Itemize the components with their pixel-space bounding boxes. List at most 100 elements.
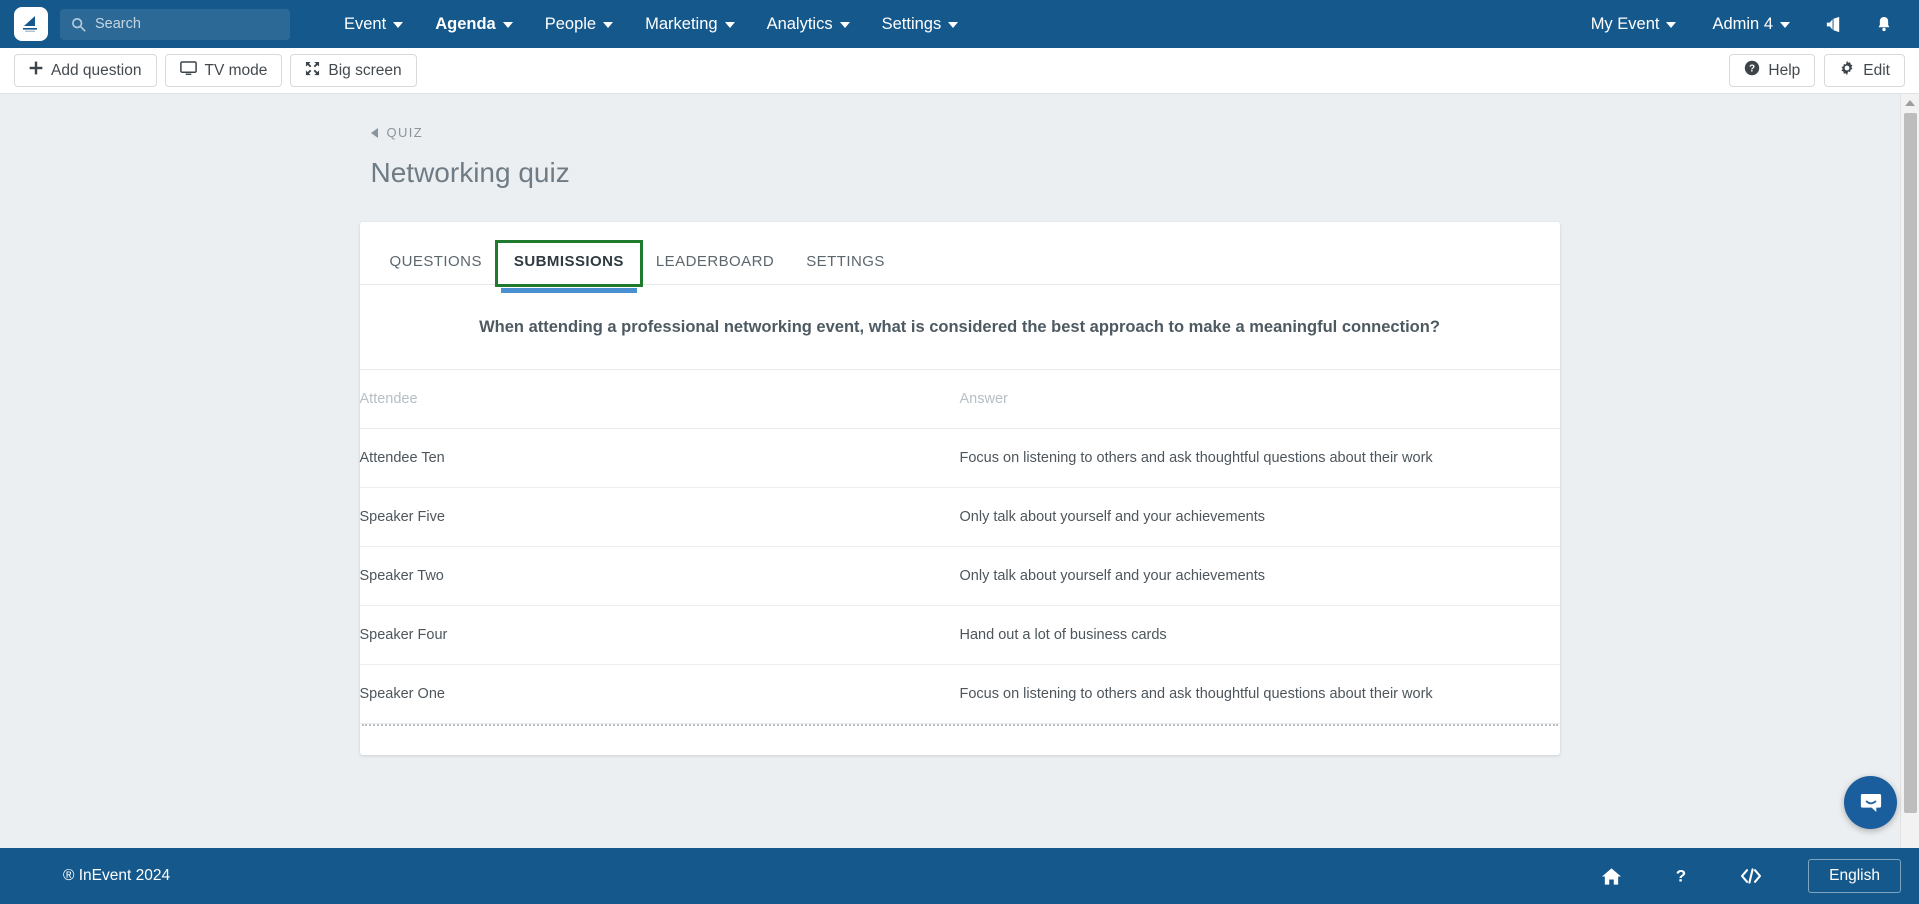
home-icon[interactable] xyxy=(1575,867,1648,886)
tv-mode-label: TV mode xyxy=(204,61,268,79)
table-header-row: Attendee Answer xyxy=(359,370,1560,429)
plus-icon xyxy=(29,61,43,80)
vertical-scrollbar[interactable] xyxy=(1900,94,1919,848)
page-footer: ® InEvent 2024 ? English xyxy=(0,848,1919,904)
code-icon[interactable] xyxy=(1714,867,1788,885)
nav-label-settings: Settings xyxy=(881,14,942,33)
nav-item-marketing[interactable]: Marketing xyxy=(629,1,750,48)
nav-label-event: Event xyxy=(344,14,387,33)
help-button[interactable]: ? Help xyxy=(1729,54,1816,87)
chevron-down-icon xyxy=(393,22,404,28)
search-box[interactable] xyxy=(60,8,290,40)
submissions-table: Attendee Answer Attendee Ten Focus on li… xyxy=(359,370,1560,724)
chevron-down-icon xyxy=(1666,22,1677,28)
cell-attendee: Attendee Ten xyxy=(359,428,960,488)
nav-label-analytics: Analytics xyxy=(766,14,833,33)
chevron-down-icon xyxy=(724,22,735,28)
chevron-down-icon xyxy=(603,22,614,28)
monitor-icon xyxy=(179,60,197,81)
table-row[interactable]: Speaker Four Hand out a lot of business … xyxy=(359,605,1560,665)
cell-answer: Hand out a lot of business cards xyxy=(959,605,1560,665)
edit-button[interactable]: Edit xyxy=(1824,54,1905,87)
search-icon xyxy=(71,17,86,32)
table-row[interactable]: Speaker Two Only talk about yourself and… xyxy=(359,546,1560,606)
back-arrow-icon xyxy=(370,127,378,138)
toolbar-right-group: ? Help Edit xyxy=(1720,54,1905,87)
tab-submissions[interactable]: SUBMISSIONS xyxy=(494,240,643,293)
tab-leaderboard[interactable]: LEADERBOARD xyxy=(640,243,790,284)
page-title: Networking quiz xyxy=(370,157,570,188)
chevron-down-icon xyxy=(502,22,513,28)
footer-actions: ? English xyxy=(1575,859,1901,893)
chevron-up-icon xyxy=(1905,99,1915,106)
chevron-down-icon xyxy=(948,22,959,28)
copyright-label: ® InEvent 2024 xyxy=(63,867,171,884)
cell-answer: Only talk about yourself and your achiev… xyxy=(959,487,1560,547)
nav-item-event[interactable]: Event xyxy=(328,1,419,48)
table-row[interactable]: Attendee Ten Focus on listening to other… xyxy=(359,428,1560,488)
tab-questions-label: QUESTIONS xyxy=(389,253,482,270)
cell-answer: Focus on listening to others and ask tho… xyxy=(959,428,1560,488)
navbar-right-group: My Event Admin 4 xyxy=(1573,1,1909,48)
tab-settings[interactable]: SETTINGS xyxy=(790,243,901,284)
nav-item-people[interactable]: People xyxy=(529,1,629,48)
bell-icon[interactable] xyxy=(1859,1,1909,47)
chat-bubble-icon[interactable] xyxy=(1844,776,1897,829)
account-label: Admin 4 xyxy=(1712,14,1773,33)
scroll-up-button[interactable] xyxy=(1901,94,1919,111)
expand-icon xyxy=(305,61,320,81)
gear-icon xyxy=(1839,60,1855,81)
cell-answer: Only talk about yourself and your achiev… xyxy=(959,546,1560,606)
nav-label-agenda: Agenda xyxy=(435,14,496,33)
scrollbar-thumb[interactable] xyxy=(1904,113,1917,813)
event-selector-label: My Event xyxy=(1590,14,1660,33)
search-input[interactable] xyxy=(95,16,279,32)
big-screen-button[interactable]: Big screen xyxy=(290,54,417,87)
add-question-label: Add question xyxy=(51,61,142,79)
cell-answer: Focus on listening to others and ask tho… xyxy=(959,664,1560,724)
column-header-attendee: Attendee xyxy=(359,370,960,429)
quiz-question: When attending a professional networking… xyxy=(359,285,1560,370)
top-navbar: Event Agenda People Marketing Analytics … xyxy=(0,0,1919,48)
breadcrumb-label: QUIZ xyxy=(386,125,424,140)
nav-item-settings[interactable]: Settings xyxy=(866,1,975,48)
column-header-answer: Answer xyxy=(959,370,1560,429)
svg-text:?: ? xyxy=(1749,64,1755,75)
tab-questions[interactable]: QUESTIONS xyxy=(374,243,498,284)
tab-bar: QUESTIONS SUBMISSIONS LEADERBOARD SETTIN… xyxy=(360,222,1560,293)
help-circle-icon: ? xyxy=(1744,60,1760,81)
page-container: QUIZ Networking quiz QUESTIONS SUBMISSIO… xyxy=(359,94,1560,755)
edit-label: Edit xyxy=(1863,61,1890,79)
table-row[interactable]: Speaker One Focus on listening to others… xyxy=(359,664,1560,724)
megaphone-icon[interactable] xyxy=(1808,1,1859,48)
account-menu[interactable]: Admin 4 xyxy=(1694,1,1808,48)
page-toolbar: Add question TV mode Big screen ? Help E… xyxy=(0,48,1919,94)
big-screen-label: Big screen xyxy=(328,61,402,79)
nav-label-marketing: Marketing xyxy=(645,14,718,33)
cell-attendee: Speaker One xyxy=(359,664,960,724)
chevron-down-icon xyxy=(839,22,850,28)
question-mark-icon[interactable]: ? xyxy=(1648,866,1714,886)
table-row[interactable]: Speaker Five Only talk about yourself an… xyxy=(359,487,1560,547)
help-label: Help xyxy=(1768,61,1801,79)
nav-item-analytics[interactable]: Analytics xyxy=(751,1,866,48)
tv-mode-button[interactable]: TV mode xyxy=(164,54,283,87)
breadcrumb[interactable]: QUIZ xyxy=(360,125,424,140)
nav-label-people: People xyxy=(544,14,597,33)
cell-attendee: Speaker Four xyxy=(359,605,960,665)
add-question-button[interactable]: Add question xyxy=(14,54,157,87)
card-footer-divider xyxy=(361,724,1558,755)
chevron-down-icon xyxy=(1780,22,1790,28)
language-selector[interactable]: English xyxy=(1808,859,1901,893)
main-nav-menu: Event Agenda People Marketing Analytics … xyxy=(328,1,974,48)
tab-leaderboard-label: LEADERBOARD xyxy=(655,253,775,270)
quiz-card: QUESTIONS SUBMISSIONS LEADERBOARD SETTIN… xyxy=(359,222,1560,755)
svg-text:?: ? xyxy=(1676,867,1686,886)
event-selector[interactable]: My Event xyxy=(1573,1,1695,48)
tab-submissions-label: SUBMISSIONS xyxy=(513,253,624,270)
cell-attendee: Speaker Two xyxy=(359,546,960,606)
cell-attendee: Speaker Five xyxy=(359,487,960,547)
tab-settings-label: SETTINGS xyxy=(806,253,885,270)
nav-item-agenda[interactable]: Agenda xyxy=(419,1,529,48)
inevent-logo[interactable] xyxy=(14,7,48,41)
